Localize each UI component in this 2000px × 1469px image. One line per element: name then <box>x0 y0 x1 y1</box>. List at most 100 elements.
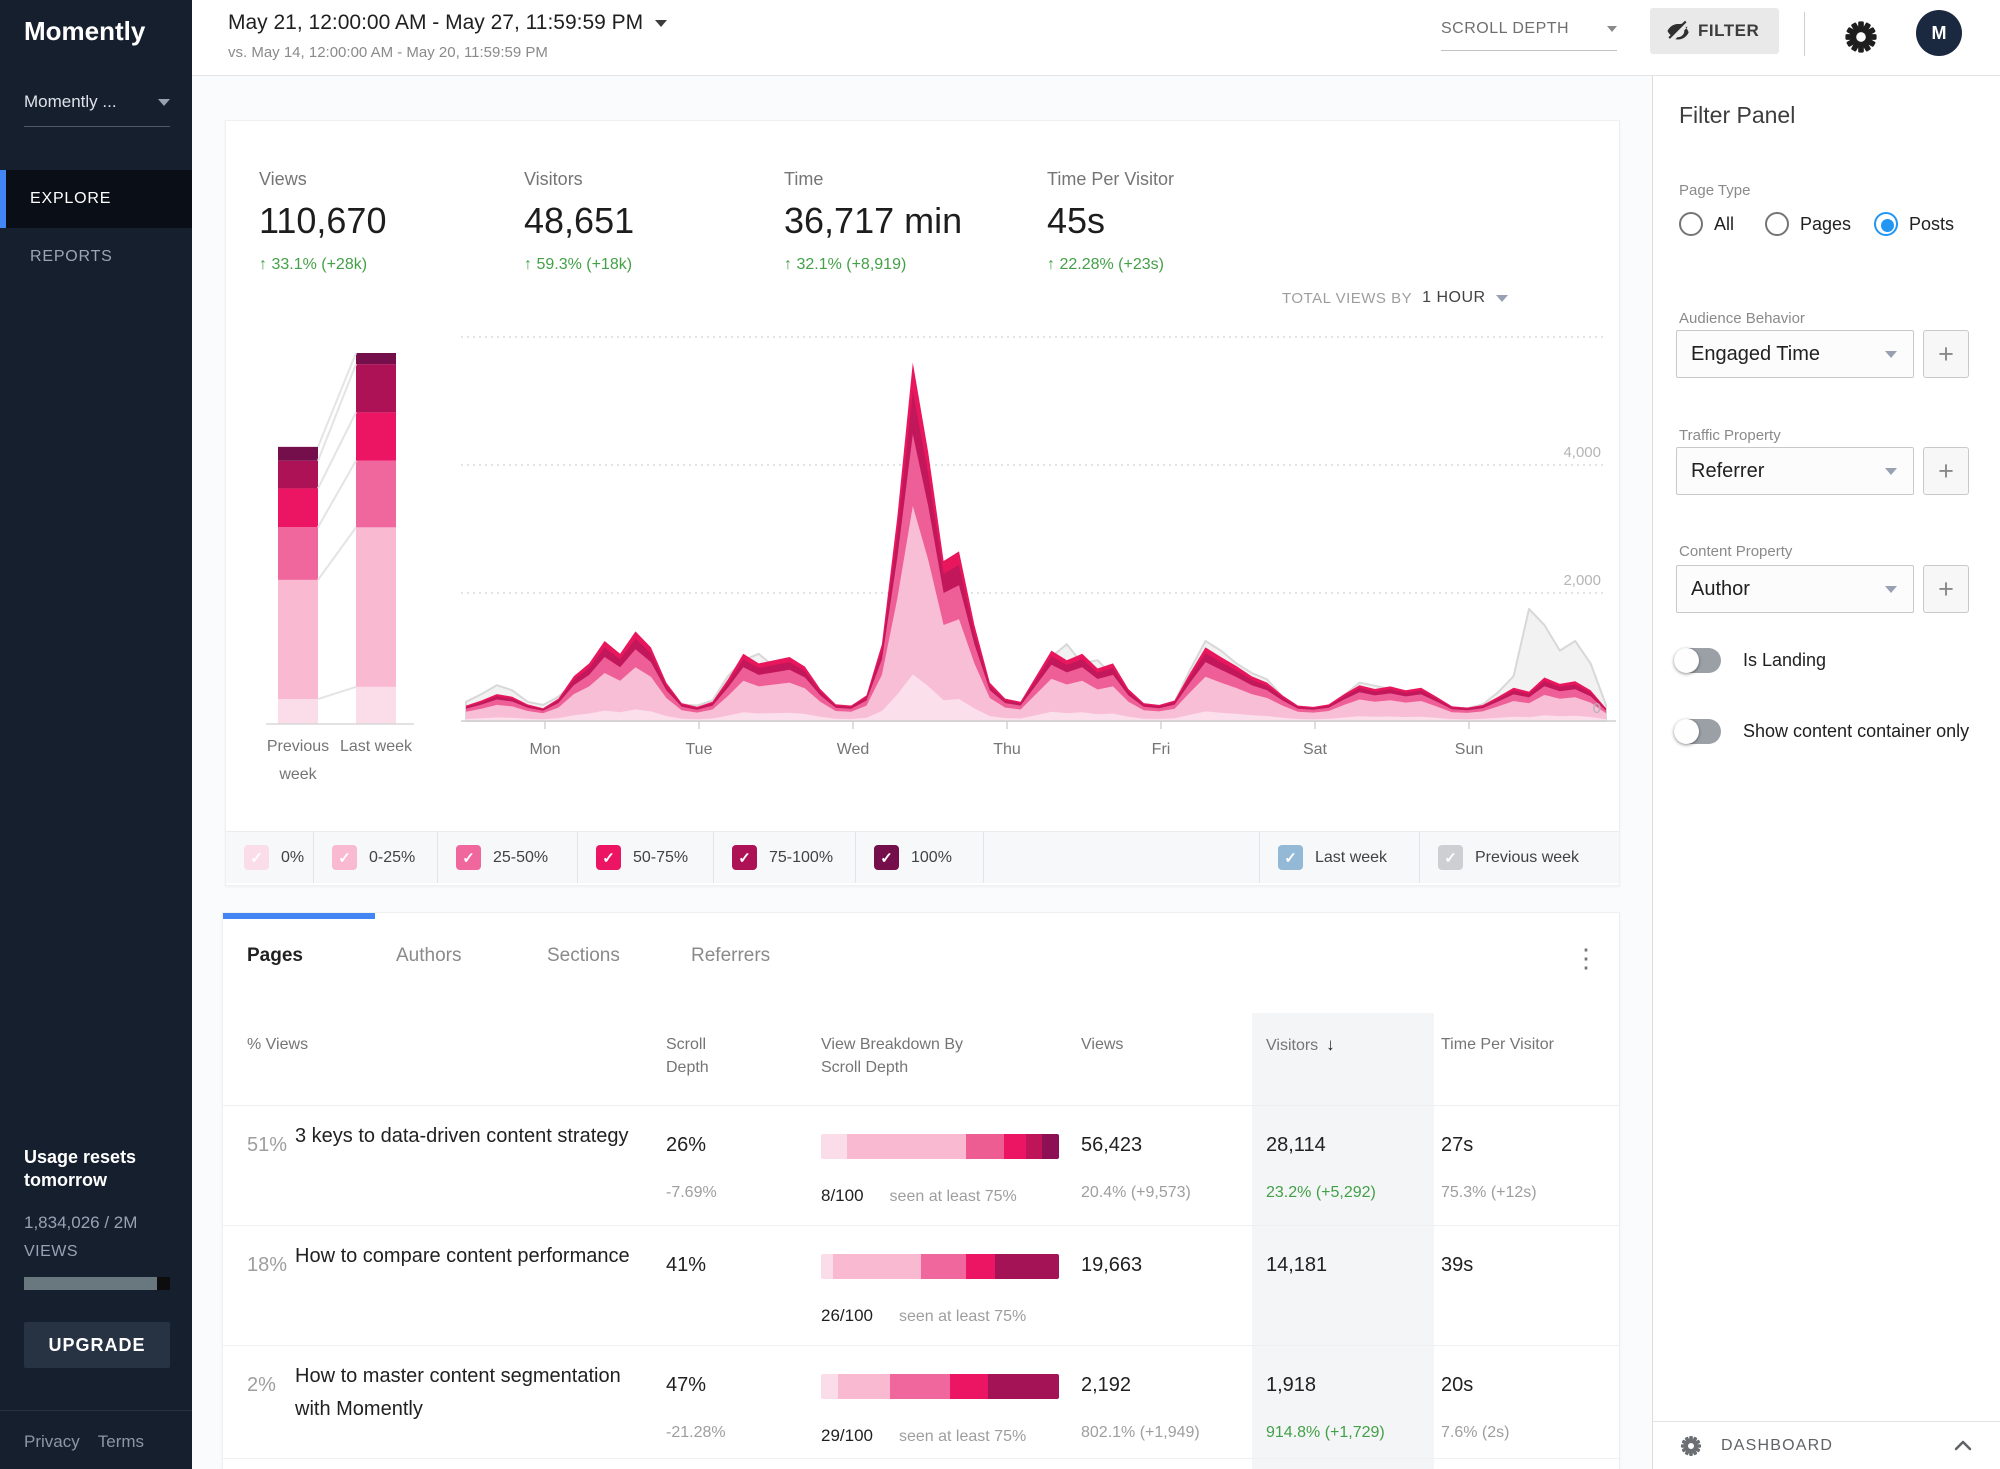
stat-block: Visitors48,651↑ 59.3% (+18k) <box>524 169 634 274</box>
content-property-select[interactable]: Author <box>1676 565 1914 613</box>
breakdown-segment <box>838 1374 890 1399</box>
avatar[interactable]: M <box>1916 10 1962 56</box>
checkbox-checked-icon: ✓ <box>732 845 757 870</box>
chart-interval-dropdown[interactable]: TOTAL VIEWS BY 1 HOUR <box>1282 289 1508 307</box>
row-breakdown-detail: 8/100seen at least 75% <box>821 1186 1017 1206</box>
row-views-pct: 51% <box>247 1134 287 1157</box>
row-title[interactable]: 3 keys to data-driven content strategy <box>295 1120 630 1153</box>
chevron-down-icon <box>1607 26 1617 32</box>
chevron-down-icon <box>655 20 667 27</box>
checkbox-checked-icon: ✓ <box>874 845 899 870</box>
views-chart: MonTueWedThuFriSatSun02,0004,000Previous… <box>226 321 1621 791</box>
workspace-dropdown[interactable]: Momently ... <box>24 92 170 127</box>
legend-item-75-100pct[interactable]: ✓75-100% <box>714 832 856 883</box>
breakdown-segment <box>847 1134 966 1159</box>
x-axis-day-label: Mon <box>529 741 560 758</box>
row-breakdown-bar <box>821 1374 1059 1399</box>
column-header-pct-views[interactable]: % Views <box>247 1033 308 1056</box>
sidebar-item-reports[interactable]: REPORTS <box>0 228 192 286</box>
legend-item-last-week[interactable]: ✓Last week <box>1259 832 1419 883</box>
checkbox-checked-icon: ✓ <box>332 845 357 870</box>
row-time-change: 7.6% (2s) <box>1441 1424 1509 1442</box>
row-time-change: 75.3% (+12s) <box>1441 1184 1537 1202</box>
row-views-pct: 2% <box>247 1374 276 1397</box>
radio-posts[interactable]: Posts <box>1874 212 1954 236</box>
row-title[interactable]: How to master content segmentation with … <box>295 1360 630 1426</box>
usage-box: Usage resets tomorrow 1,834,026 / 2M VIE… <box>24 1146 170 1368</box>
column-header-views[interactable]: Views <box>1081 1033 1123 1056</box>
row-scroll-depth: 26% <box>666 1134 706 1157</box>
content-table-card: Pages Authors Sections Referrers ⋮ % Vie… <box>222 912 1620 1469</box>
terms-link[interactable]: Terms <box>98 1432 144 1452</box>
checkbox-checked-icon: ✓ <box>456 845 481 870</box>
add-audience-filter-button[interactable]: + <box>1923 330 1969 378</box>
stat-change: ↑ 22.28% (+23s) <box>1047 256 1174 274</box>
legend-item-25-50pct[interactable]: ✓25-50% <box>438 832 578 883</box>
breakdown-segment <box>950 1374 988 1399</box>
radio-pages[interactable]: Pages <box>1765 212 1851 236</box>
usage-count: 1,834,026 / 2M <box>24 1213 170 1233</box>
topbar: May 21, 12:00:00 AM - May 27, 11:59:59 P… <box>192 0 2000 76</box>
stat-value: 36,717 min <box>784 200 962 242</box>
legend-item-label: 100% <box>911 849 952 867</box>
audience-behavior-select[interactable]: Engaged Time <box>1676 330 1914 378</box>
filter-panel-title: Filter Panel <box>1679 102 1795 129</box>
mini-bar-label-previous-week-2: week <box>278 766 317 783</box>
workspace-label: Momently ... <box>24 92 117 112</box>
traffic-property-select[interactable]: Referrer <box>1676 447 1914 495</box>
legend-item-0-25pct[interactable]: ✓0-25% <box>314 832 438 883</box>
legend-item-previous-week[interactable]: ✓Previous week <box>1419 832 1619 883</box>
table-row[interactable]: 2% How to master content segmentation wit… <box>223 1346 1619 1459</box>
row-breakdown-detail: 26/100seen at least 75% <box>821 1306 1026 1326</box>
radio-all[interactable]: All <box>1679 212 1734 236</box>
column-header-scroll-depth[interactable]: Scroll Depth <box>666 1033 746 1079</box>
filter-button[interactable]: FILTER <box>1650 8 1779 54</box>
table-header: % Views Scroll Depth View Breakdown By S… <box>223 913 1619 1106</box>
upgrade-button[interactable]: UPGRADE <box>24 1322 170 1368</box>
gear-icon[interactable] <box>1844 20 1878 54</box>
topbar-divider <box>1804 12 1805 56</box>
metric-selector-dropdown[interactable]: SCROLL DEPTH <box>1441 20 1617 51</box>
toggle-track <box>1676 719 1721 744</box>
sidebar-item-explore[interactable]: EXPLORE <box>0 170 192 228</box>
chevron-up-icon <box>1954 1440 1972 1451</box>
add-traffic-filter-button[interactable]: + <box>1923 447 1969 495</box>
stat-block: Time Per Visitor45s↑ 22.28% (+23s) <box>1047 169 1174 274</box>
filter-button-label: FILTER <box>1698 21 1759 41</box>
column-header-visitors[interactable]: Visitors↓ <box>1266 1033 1335 1058</box>
y-axis-tick-label: 4,000 <box>1563 444 1601 461</box>
row-seen-note: seen at least 75% <box>899 1308 1026 1326</box>
row-breakdown-bar <box>821 1254 1059 1279</box>
avatar-initial: M <box>1932 23 1947 44</box>
sidebar-item-label: REPORTS <box>30 248 113 266</box>
chart-interval-value: 1 HOUR <box>1422 289 1485 307</box>
show-content-container-toggle[interactable]: Show content container only <box>1676 719 1969 744</box>
radio-label: All <box>1714 214 1734 235</box>
traffic-property-label: Traffic Property <box>1679 427 1781 444</box>
toggle-label: Is Landing <box>1743 650 1826 671</box>
privacy-link[interactable]: Privacy <box>24 1432 80 1452</box>
usage-progress-bar <box>24 1277 170 1290</box>
add-content-filter-button[interactable]: + <box>1923 565 1969 613</box>
row-title[interactable]: How to compare content performance <box>295 1240 630 1273</box>
is-landing-toggle[interactable]: Is Landing <box>1676 648 1826 673</box>
row-views-change: 802.1% (+1,949) <box>1081 1424 1200 1442</box>
column-header-view-breakdown[interactable]: View Breakdown By Scroll Depth <box>821 1033 981 1079</box>
column-header-time-per-visitor[interactable]: Time Per Visitor <box>1441 1033 1554 1056</box>
row-visitors: 28,114 <box>1266 1134 1326 1157</box>
legend-item-0pct[interactable]: ✓0% <box>226 832 314 883</box>
row-views-pct: 18% <box>247 1254 287 1277</box>
metric-selector-label: SCROLL DEPTH <box>1441 20 1569 38</box>
dashboard-bar[interactable]: DASHBOARD <box>1653 1421 2000 1469</box>
toggle-track <box>1676 648 1721 673</box>
row-views: 2,192 <box>1081 1374 1131 1397</box>
legend-item-100pct[interactable]: ✓ 100% <box>856 832 984 883</box>
breakdown-segment <box>966 1254 995 1279</box>
mini-bar-segment <box>278 580 318 699</box>
y-axis-tick-label: 0 <box>1593 700 1601 717</box>
stat-label: Views <box>259 169 386 190</box>
table-row[interactable]: 51% 3 keys to data-driven content strateg… <box>223 1106 1619 1226</box>
date-range-dropdown[interactable]: May 21, 12:00:00 AM - May 27, 11:59:59 P… <box>228 11 667 35</box>
legend-item-50-75pct[interactable]: ✓50-75% <box>578 832 714 883</box>
table-row[interactable]: 18%How to compare content performance41%… <box>223 1226 1619 1346</box>
